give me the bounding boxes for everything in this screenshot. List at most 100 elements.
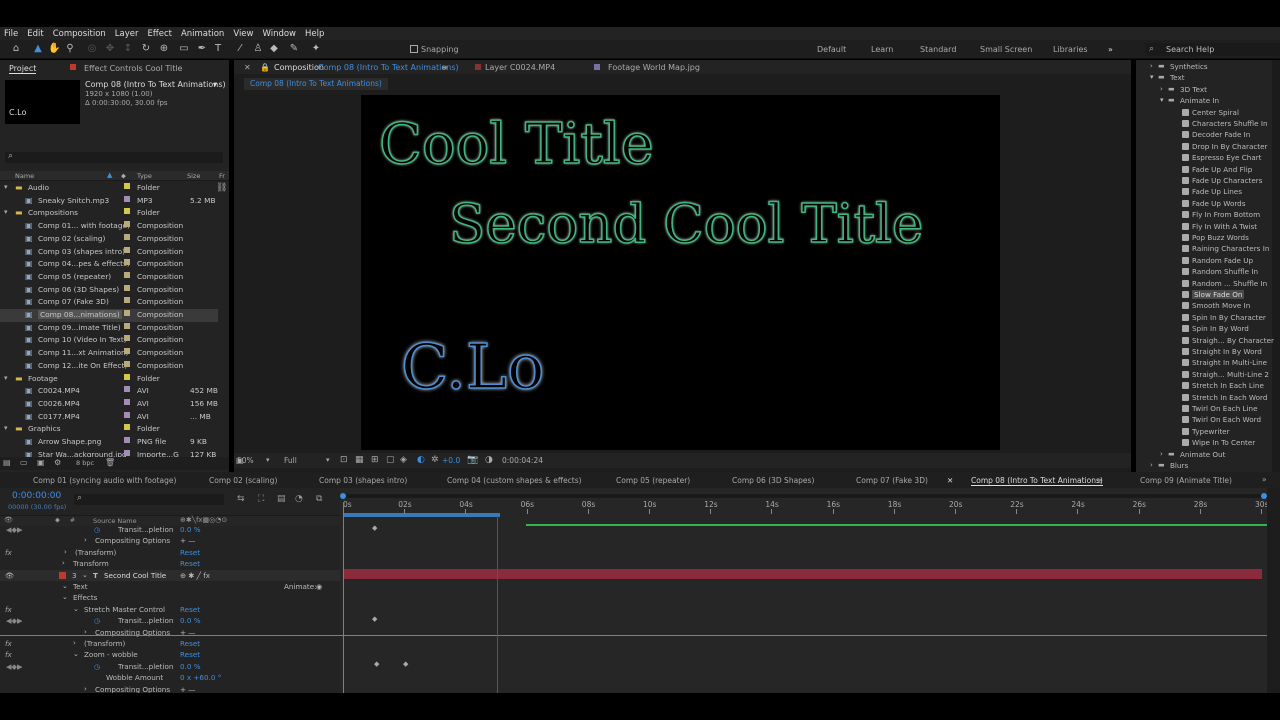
timeline-row-value[interactable]: + — [180, 685, 196, 693]
menu-effect[interactable]: Effect [148, 29, 172, 39]
workspace-small-screen[interactable]: Small Screen [980, 45, 1032, 54]
effects-item[interactable]: Fly In From Bottom [1170, 209, 1260, 220]
workspace-learn[interactable]: Learn [871, 45, 893, 54]
chevron-right-icon[interactable]: › [1150, 461, 1153, 469]
effects-item[interactable]: Pop Buzz Words [1170, 232, 1260, 243]
tab-comp-03[interactable]: Comp 03 (shapes intro) [319, 476, 407, 485]
effects-item[interactable]: Wipe In To Center [1170, 437, 1260, 448]
workspace-standard[interactable]: Standard [920, 45, 956, 54]
timeline-row[interactable]: ◀◆▶ ◷ Transit...pletion 0.0 % [0, 524, 340, 535]
timeline-row-value[interactable]: 0.0 % [180, 525, 201, 534]
puppet-pin-icon[interactable]: ✦ [310, 43, 322, 55]
keyframe-navigator-icon[interactable]: ◀◆▶ [6, 525, 23, 534]
effects-item[interactable]: Fade Up Words [1170, 198, 1260, 209]
keyframe-navigator-icon[interactable]: ◀◆▶ [6, 662, 23, 671]
fx-icon[interactable]: fx [5, 605, 12, 614]
rotate-tool-icon[interactable]: ↻ [140, 43, 152, 55]
menu-layer[interactable]: Layer [115, 29, 139, 39]
timeline-scrollbar[interactable] [1267, 488, 1280, 693]
effects-item[interactable]: › ▬ Synthetics [1150, 61, 1240, 72]
effects-item[interactable]: Random ... Shuffle In [1170, 278, 1267, 289]
keyframe-icon[interactable]: ◆ [372, 615, 377, 623]
tab-comp-09[interactable]: Comp 09 (Animate Title) [1140, 476, 1232, 485]
keyframe-icon[interactable]: ◆ [374, 660, 379, 668]
clone-stamp-icon[interactable]: ♙ [252, 43, 264, 55]
effects-item[interactable]: › ▬ Blurs [1150, 460, 1240, 471]
tab-comp-08[interactable]: Comp 08 (Intro To Text Animations) [971, 476, 1103, 486]
effects-item[interactable]: Stretch In Each Line [1170, 380, 1264, 391]
tab-comp-01[interactable]: Comp 01 (syncing audio with footage) [33, 476, 176, 485]
effects-item[interactable]: Straigh... By Character [1170, 335, 1274, 346]
workspace-libraries[interactable]: Libraries [1053, 45, 1088, 54]
timeline-row[interactable]: › Transform Reset [0, 558, 340, 569]
effects-item[interactable]: Fade Up Lines [1170, 186, 1260, 197]
motion-blur-icon[interactable]: ◔ [295, 494, 303, 504]
eraser-tool-icon[interactable]: ◆ [268, 43, 280, 55]
menu-edit[interactable]: Edit [27, 29, 43, 39]
effects-item[interactable]: Center Spiral [1170, 107, 1260, 118]
effects-item[interactable]: Fade Up And Flip [1170, 164, 1260, 175]
shy-layers-icon[interactable]: ▤ [277, 494, 286, 504]
chevron-down-icon[interactable]: ⌄ [73, 650, 79, 658]
fx-icon[interactable]: fx [5, 650, 12, 659]
timeline-row[interactable]: › Compositing Options + — [0, 684, 340, 693]
timeline-row[interactable]: fx ⌄ Zoom - wobble Reset [0, 649, 340, 660]
hand-tool-icon[interactable]: ✋ [48, 43, 60, 55]
stopwatch-icon[interactable]: ◷ [94, 662, 100, 671]
chevron-right-icon[interactable]: › [1160, 450, 1163, 458]
roto-brush-icon[interactable]: ✎ [288, 43, 300, 55]
effects-item[interactable]: Spin In By Character [1170, 312, 1266, 323]
timeline-row[interactable]: fx › (Transform) Reset [0, 547, 340, 558]
selection-tool-icon[interactable]: ▲ [32, 43, 44, 55]
orbit-tool-icon[interactable]: ◎ [86, 43, 98, 55]
type-tool-icon[interactable]: T [212, 43, 224, 55]
timeline-row-value[interactable]: Animate: [284, 582, 317, 591]
layer-duration-bar[interactable] [343, 569, 1262, 579]
chevron-right-icon[interactable]: › [62, 559, 65, 567]
label-color-swatch[interactable] [59, 571, 66, 579]
chevron-right-icon[interactable]: › [84, 685, 87, 693]
effects-item[interactable]: Typewriter [1170, 426, 1260, 437]
work-area-bar[interactable] [343, 513, 500, 517]
timeline-row-value[interactable]: 0 x +60.0 ° [180, 673, 221, 682]
timeline-row[interactable]: 👁 3 T ⊕ ✱ ╱ fx ⌄ Second Cool Title [0, 569, 340, 581]
current-time[interactable]: 0:00:00:00 [12, 491, 61, 501]
layer-switches-icon[interactable]: ⊕ ✱ ╱ fx [180, 571, 210, 580]
menu-file[interactable]: File [4, 29, 18, 39]
more-workspaces-icon[interactable]: » [1108, 45, 1113, 54]
effects-item[interactable]: Straight In By Word [1170, 346, 1262, 357]
zoom-tool-icon[interactable]: ⚲ [64, 43, 76, 55]
effects-item[interactable]: ▾ ▬ Text [1150, 72, 1240, 83]
effects-item[interactable]: Twirl On Each Line [1170, 403, 1260, 414]
menu-composition[interactable]: Composition [53, 29, 106, 39]
add-animator-icon[interactable]: ◉ [316, 582, 322, 591]
home-icon[interactable]: ⌂ [10, 43, 22, 55]
tab-comp-07[interactable]: Comp 07 (Fake 3D) [856, 476, 928, 485]
draft-3d-icon[interactable]: ⛶ [258, 494, 264, 504]
chevron-down-icon[interactable]: ▾ [1160, 96, 1164, 104]
timeline-row[interactable]: Wobble Amount 0 x +60.0 ° [0, 672, 340, 683]
effects-item[interactable]: Drop In By Character [1170, 141, 1268, 152]
chevron-down-icon[interactable]: ⌄ [82, 571, 88, 579]
pan-tool-icon[interactable]: ✥ [104, 43, 116, 55]
tab-comp-02[interactable]: Comp 02 (scaling) [209, 476, 277, 485]
tab-comp-05[interactable]: Comp 05 (repeater) [616, 476, 690, 485]
timeline-row-value[interactable]: Reset [180, 548, 200, 557]
menu-animation[interactable]: Animation [181, 29, 224, 39]
chevron-right-icon[interactable]: › [1160, 85, 1163, 93]
effects-item[interactable]: › ▬ 3D Text [1160, 84, 1250, 95]
chevron-right-icon[interactable]: › [64, 548, 67, 556]
brush-tool-icon[interactable]: ⁄ [234, 43, 246, 55]
chevron-down-icon[interactable]: ⌄ [73, 605, 79, 613]
effects-item[interactable]: Spin In By Word [1170, 323, 1260, 334]
menu-window[interactable]: Window [262, 29, 296, 39]
menu-help[interactable]: Help [305, 29, 324, 39]
timeline-row[interactable]: ◀◆▶ ◷ Transit...pletion 0.0 % [0, 661, 340, 672]
timeline-row[interactable]: › Compositing Options + — [0, 535, 340, 546]
timeline-row[interactable]: › Compositing Options + — [0, 627, 340, 638]
timeline-row[interactable]: ◀◆▶ ◷ Transit...pletion 0.0 % [0, 615, 340, 626]
effects-item[interactable]: › ▬ Animate Out [1160, 449, 1250, 460]
fx-icon[interactable]: fx [5, 639, 12, 648]
chevron-right-icon[interactable]: › [73, 639, 76, 647]
timeline-row-value[interactable]: Reset [180, 559, 200, 568]
